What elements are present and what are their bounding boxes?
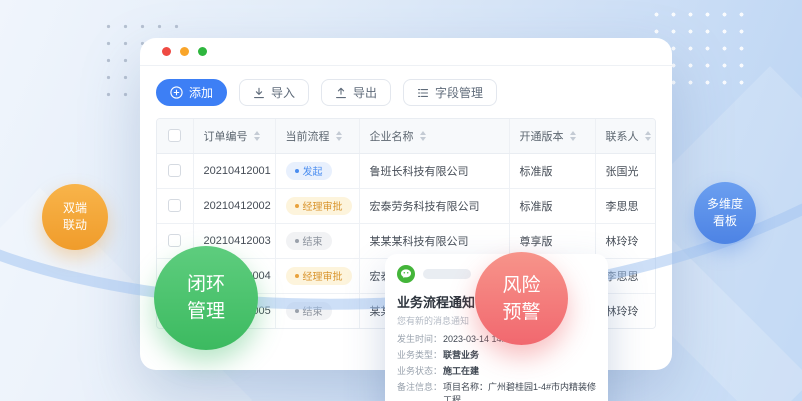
hero-screenshot: 添加 导入 导出 字段管理 xyxy=(0,0,802,401)
row-checkbox[interactable] xyxy=(168,199,181,212)
notification-field: 业务类型： 联营业务 xyxy=(397,349,596,362)
sort-icon[interactable] xyxy=(336,131,342,141)
cell-version: 标准版 xyxy=(509,153,595,188)
cell-contact: 李思思 xyxy=(595,188,655,223)
notification-field-value: 联营业务 xyxy=(443,349,596,362)
notification-field: 业务状态： 施工在建 xyxy=(397,365,596,378)
traffic-light-zoom-icon[interactable] xyxy=(198,47,207,56)
header-order-no[interactable]: 订单编号 xyxy=(193,119,275,153)
field-manage-button-label: 字段管理 xyxy=(435,84,483,101)
notification-field-label: 业务状态： xyxy=(397,365,443,378)
add-button[interactable]: 添加 xyxy=(156,79,227,106)
cell-contact: 林玲玲 xyxy=(595,223,655,258)
row-checkbox[interactable] xyxy=(168,164,181,177)
add-button-label: 添加 xyxy=(189,84,213,101)
notification-field-label: 备注信息： xyxy=(397,381,443,401)
import-button[interactable]: 导入 xyxy=(239,79,309,106)
field-manage-button[interactable]: 字段管理 xyxy=(403,79,497,106)
import-button-label: 导入 xyxy=(271,84,295,101)
notification-field-label: 发生时间： xyxy=(397,333,443,346)
status-dot-icon xyxy=(295,204,299,208)
header-company[interactable]: 企业名称 xyxy=(359,119,509,153)
upload-icon xyxy=(335,87,347,99)
cell-version: 标准版 xyxy=(509,188,595,223)
cell-company: 宏泰劳务科技有限公司 xyxy=(359,188,509,223)
notification-fields: 发生时间： 2023-03-14 14:26 业务类型： 联营业务 业务状态： … xyxy=(397,333,596,401)
flow-status-label: 经理审批 xyxy=(303,198,343,213)
window-titlebar xyxy=(140,38,672,66)
notification-field-value: 施工在建 xyxy=(443,365,596,378)
notification-field: 备注信息： 项目名称：广州碧桂园1-4#市内精装修工程 合同名称：广州碧桂园1-… xyxy=(397,381,596,401)
flow-status-badge: 经理审批 xyxy=(286,197,352,215)
download-icon xyxy=(253,87,265,99)
header-contact[interactable]: 联系人 xyxy=(595,119,655,153)
feature-bubble-dual-link: 双端 联动 xyxy=(42,184,108,250)
cell-company: 某某某科技有限公司 xyxy=(359,223,509,258)
sort-icon[interactable] xyxy=(420,131,426,141)
row-checkbox[interactable] xyxy=(168,234,181,247)
feature-bubble-risk-alert: 风险 预警 xyxy=(475,252,568,345)
cell-order-no: 20210412002 xyxy=(193,188,275,223)
sort-icon[interactable] xyxy=(645,131,651,141)
flow-status-badge: 发起 xyxy=(286,162,332,180)
flow-status-badge: 结束 xyxy=(286,232,332,250)
plus-circle-icon xyxy=(170,86,183,99)
cell-contact: 张国光 xyxy=(595,153,655,188)
wechat-icon xyxy=(397,265,415,283)
flow-status-label: 结束 xyxy=(303,233,323,248)
sender-name-placeholder xyxy=(423,269,471,279)
feature-bubble-dashboard: 多维度 看板 xyxy=(694,182,756,244)
cell-company: 鲁班长科技有限公司 xyxy=(359,153,509,188)
notification-field-value: 项目名称：广州碧桂园1-4#市内精装修工程 合同名称：广州碧桂园1-4#市内精装… xyxy=(443,381,596,401)
header-version[interactable]: 开通版本 xyxy=(509,119,595,153)
list-icon xyxy=(417,87,429,99)
sort-icon[interactable] xyxy=(570,131,576,141)
status-dot-icon xyxy=(295,274,299,278)
flow-status-badge: 经理审批 xyxy=(286,267,352,285)
cell-order-no: 20210412001 xyxy=(193,153,275,188)
status-dot-icon xyxy=(295,169,299,173)
flow-status-label: 经理审批 xyxy=(303,268,343,283)
traffic-light-close-icon[interactable] xyxy=(162,47,171,56)
export-button[interactable]: 导出 xyxy=(321,79,391,106)
table-row[interactable]: 20210412002 经理审批 宏泰劳务科技有限公司 标准版 李思思 xyxy=(157,188,655,223)
toolbar: 添加 导入 导出 字段管理 xyxy=(140,66,672,118)
select-all-checkbox[interactable] xyxy=(168,129,181,142)
status-dot-icon xyxy=(295,309,299,313)
feature-bubble-closed-loop: 闭环 管理 xyxy=(154,246,258,350)
export-button-label: 导出 xyxy=(353,84,377,101)
flow-status-label: 发起 xyxy=(303,163,323,178)
sort-icon[interactable] xyxy=(254,131,260,141)
notification-field-label: 业务类型： xyxy=(397,349,443,362)
table-row[interactable]: 20210412001 发起 鲁班长科技有限公司 标准版 张国光 xyxy=(157,153,655,188)
table-header-row: 订单编号 当前流程 企业名称 开通版本 xyxy=(157,119,655,153)
flow-status-badge: 结束 xyxy=(286,302,332,320)
header-current-flow[interactable]: 当前流程 xyxy=(275,119,359,153)
traffic-light-minimize-icon[interactable] xyxy=(180,47,189,56)
status-dot-icon xyxy=(295,239,299,243)
flow-status-label: 结束 xyxy=(303,303,323,318)
